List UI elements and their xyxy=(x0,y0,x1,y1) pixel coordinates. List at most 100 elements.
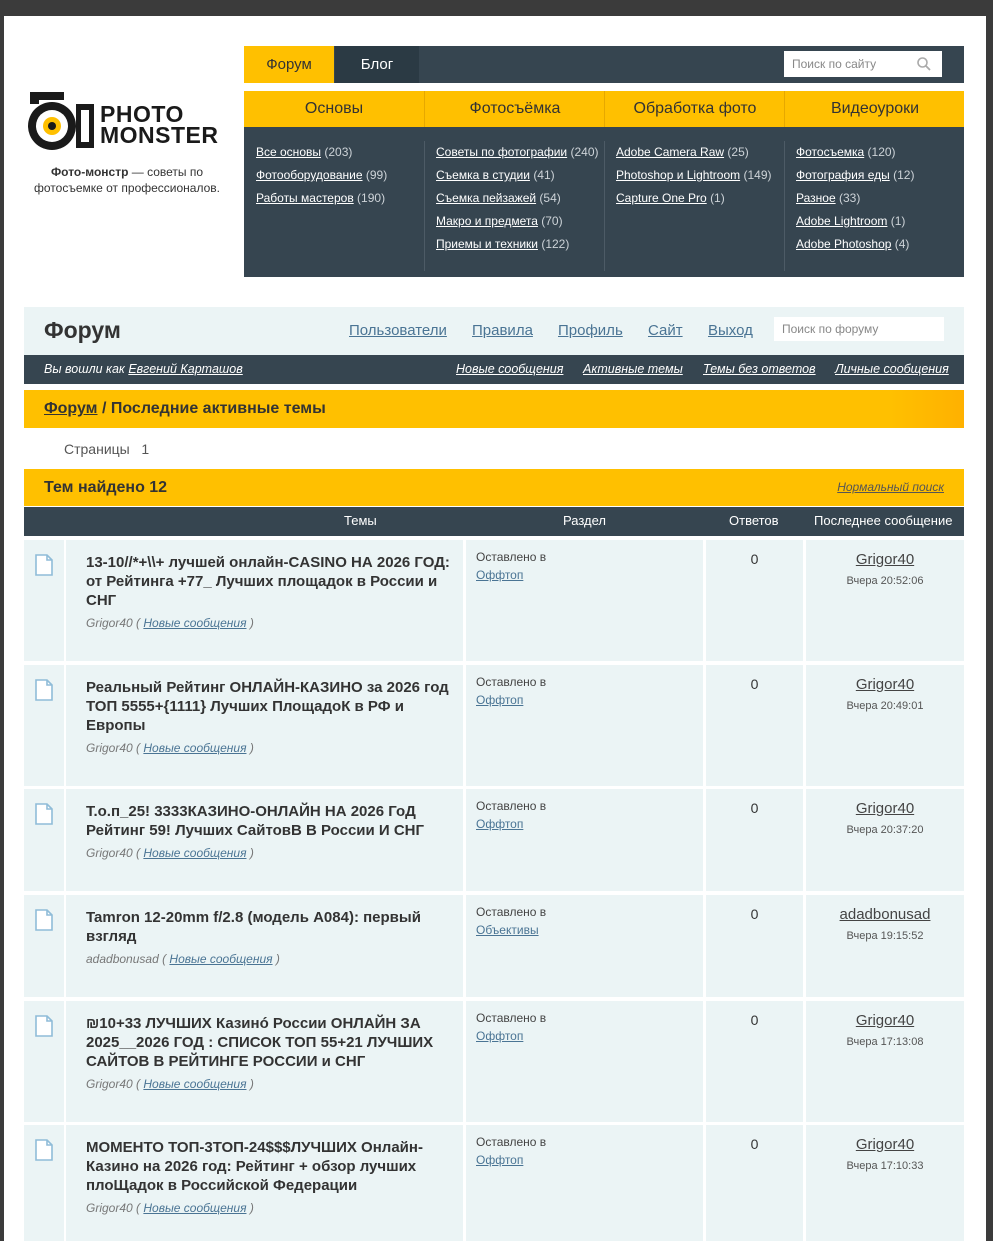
site-logo[interactable]: PHOTO MONSTER xyxy=(24,90,229,150)
nav-users[interactable]: Пользователи xyxy=(349,322,447,339)
user-link[interactable]: Евгений Карташов xyxy=(128,362,242,376)
category-link-label[interactable]: Съемка пейзажей xyxy=(436,191,536,205)
site-search-input[interactable]: Поиск по сайту xyxy=(784,51,942,77)
category-link-label[interactable]: Фотография еды xyxy=(796,168,890,182)
tab-blog[interactable]: Блог xyxy=(335,46,419,83)
topic-title[interactable]: ₪10+33 ЛУЧШИХ Казинó России ОНЛАЙН ЗА 20… xyxy=(86,1014,456,1071)
nav-profile-link[interactable]: Профиль xyxy=(558,322,623,339)
category-tab-basics[interactable]: Основы xyxy=(244,91,424,127)
section-link-text[interactable]: Объективы xyxy=(476,923,539,937)
last-post-user[interactable]: Grigor40 xyxy=(806,1136,964,1153)
link-active-topics[interactable]: Активные темы xyxy=(583,362,683,376)
last-post-user[interactable]: Grigor40 xyxy=(806,1012,964,1029)
last-post-user[interactable]: Grigor40 xyxy=(806,676,964,693)
link-private-messages[interactable]: Личные сообщения xyxy=(835,362,949,376)
category-tab-video[interactable]: Видеоуроки xyxy=(784,91,965,127)
category-link[interactable]: Capture One Pro (1) xyxy=(616,187,771,210)
section-link-text[interactable]: Оффтоп xyxy=(476,568,523,582)
section-link[interactable]: Оффтоп xyxy=(476,568,523,582)
last-post-user-link[interactable]: Grigor40 xyxy=(856,800,914,817)
category-link-label[interactable]: Работы мастеров xyxy=(256,191,354,205)
category-link-label[interactable]: Съемка в студии xyxy=(436,168,530,182)
category-link[interactable]: Макро и предмета (70) xyxy=(436,210,599,233)
topic-title[interactable]: МОМЕНТО ТОП-3ТОП-24$$$ЛУЧШИХ Онлайн-Кази… xyxy=(86,1138,456,1195)
category-link-label[interactable]: Фотосъемка xyxy=(796,145,864,159)
category-link-label[interactable]: Adobe Camera Raw xyxy=(616,145,724,159)
forum-search-input[interactable]: Поиск по форуму xyxy=(774,317,944,341)
link-new-messages[interactable]: Новые сообщения xyxy=(456,362,563,376)
nav-logout-link[interactable]: Выход xyxy=(708,322,753,339)
category-link[interactable]: Работы мастеров (190) xyxy=(256,187,387,210)
breadcrumb-root[interactable]: Форум xyxy=(44,400,98,417)
nav-site[interactable]: Сайт xyxy=(648,322,683,339)
nav-logout[interactable]: Выход xyxy=(708,322,753,339)
section-link-text[interactable]: Оффтоп xyxy=(476,817,523,831)
last-post-user[interactable]: adadbonusad xyxy=(806,906,964,923)
new-messages-link[interactable]: Новые сообщения xyxy=(143,846,246,860)
category-link[interactable]: Adobe Lightroom (1) xyxy=(796,210,914,233)
search-icon[interactable] xyxy=(916,56,932,72)
category-link[interactable]: Разное (33) xyxy=(796,187,914,210)
normal-search-link[interactable]: Нормальный поиск xyxy=(837,480,944,494)
category-link-label[interactable]: Adobe Lightroom xyxy=(796,214,887,228)
nav-site-link[interactable]: Сайт xyxy=(648,322,683,339)
new-messages-link[interactable]: Новые сообщения xyxy=(143,1201,246,1215)
link-unanswered[interactable]: Темы без ответов xyxy=(703,362,816,376)
link-unanswered-text[interactable]: Темы без ответов xyxy=(703,362,816,376)
new-messages-link[interactable]: Новые сообщения xyxy=(143,616,246,630)
nav-rules-link[interactable]: Правила xyxy=(472,322,533,339)
section-link-text[interactable]: Оффтоп xyxy=(476,1029,523,1043)
last-post-user-link[interactable]: Grigor40 xyxy=(856,551,914,568)
category-link[interactable]: Съемка в студии (41) xyxy=(436,164,599,187)
link-active-topics-text[interactable]: Активные темы xyxy=(583,362,683,376)
category-link-label[interactable]: Советы по фотографии xyxy=(436,145,567,159)
last-post-user-link[interactable]: adadbonusad xyxy=(840,906,931,923)
category-link-label[interactable]: Фотооборудование xyxy=(256,168,363,182)
section-link[interactable]: Оффтоп xyxy=(476,817,523,831)
last-post-user-link[interactable]: Grigor40 xyxy=(856,676,914,693)
section-link[interactable]: Объективы xyxy=(476,923,539,937)
new-messages-link[interactable]: Новые сообщения xyxy=(143,1077,246,1091)
topic-title[interactable]: Tamron 12-20mm f/2.8 (модель A084): перв… xyxy=(86,908,456,946)
category-link[interactable]: Photoshop и Lightroom (149) xyxy=(616,164,771,187)
last-post-user-link[interactable]: Grigor40 xyxy=(856,1012,914,1029)
section-link[interactable]: Оффтоп xyxy=(476,693,523,707)
new-messages-link[interactable]: Новые сообщения xyxy=(169,952,272,966)
tab-forum[interactable]: Форум xyxy=(244,46,334,83)
new-messages-link[interactable]: Новые сообщения xyxy=(143,741,246,755)
category-link-label[interactable]: Adobe Photoshop xyxy=(796,237,891,251)
category-tab-shooting[interactable]: Фотосъёмка xyxy=(424,91,605,127)
link-new-messages-text[interactable]: Новые сообщения xyxy=(456,362,563,376)
category-link[interactable]: Все основы (203) xyxy=(256,141,387,164)
nav-rules[interactable]: Правила xyxy=(472,322,533,339)
category-link[interactable]: Фотооборудование (99) xyxy=(256,164,387,187)
normal-search[interactable]: Нормальный поиск xyxy=(837,480,944,494)
category-link[interactable]: Приемы и техники (122) xyxy=(436,233,599,256)
section-link[interactable]: Оффтоп xyxy=(476,1153,523,1167)
category-link[interactable]: Съемка пейзажей (54) xyxy=(436,187,599,210)
category-link-label[interactable]: Capture One Pro xyxy=(616,191,707,205)
category-link-label[interactable]: Макро и предмета xyxy=(436,214,538,228)
category-tab-editing[interactable]: Обработка фото xyxy=(604,91,785,127)
nav-profile[interactable]: Профиль xyxy=(558,322,623,339)
section-link[interactable]: Оффтоп xyxy=(476,1029,523,1043)
category-link[interactable]: Фотосъемка (120) xyxy=(796,141,914,164)
last-post-user[interactable]: Grigor40 xyxy=(806,551,964,568)
category-link[interactable]: Советы по фотографии (240) xyxy=(436,141,599,164)
topic-title[interactable]: Т.о.п_25! 3333КАЗИНО-ОНЛАЙН НА 2026 ГоД … xyxy=(86,802,456,840)
category-link-label[interactable]: Photoshop и Lightroom xyxy=(616,168,740,182)
topic-title[interactable]: 13-10//*+\\+ лучшей онлайн-CASINO НА 202… xyxy=(86,553,456,610)
link-private-messages-text[interactable]: Личные сообщения xyxy=(835,362,949,376)
last-post-user-link[interactable]: Grigor40 xyxy=(856,1136,914,1153)
section-link-text[interactable]: Оффтоп xyxy=(476,693,523,707)
category-link[interactable]: Adobe Camera Raw (25) xyxy=(616,141,771,164)
topic-title[interactable]: Реальный Рейтинг ОНЛАЙН-КАЗИНО за 2026 г… xyxy=(86,678,456,735)
category-link-label[interactable]: Все основы xyxy=(256,145,321,159)
category-link[interactable]: Фотография еды (12) xyxy=(796,164,914,187)
nav-users-link[interactable]: Пользователи xyxy=(349,322,447,339)
last-post-user[interactable]: Grigor40 xyxy=(806,800,964,817)
section-link-text[interactable]: Оффтоп xyxy=(476,1153,523,1167)
category-link-label[interactable]: Разное xyxy=(796,191,836,205)
category-link-label[interactable]: Приемы и техники xyxy=(436,237,538,251)
category-link[interactable]: Adobe Photoshop (4) xyxy=(796,233,914,256)
